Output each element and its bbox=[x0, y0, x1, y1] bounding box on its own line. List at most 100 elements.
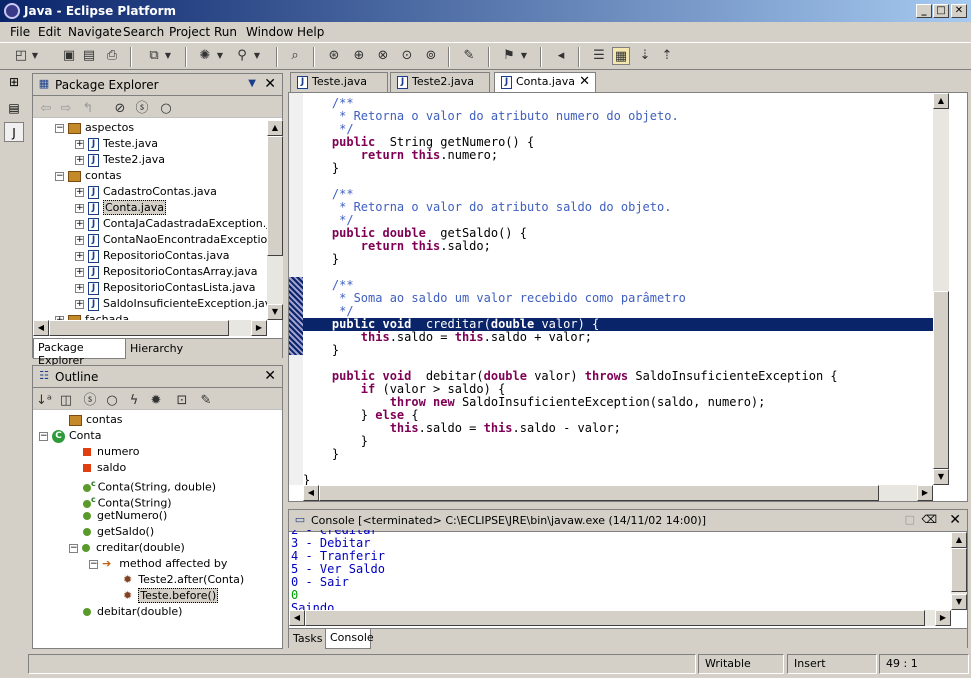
outline-item[interactable]: − C Conta bbox=[39, 428, 101, 444]
new-declare-icon[interactable]: ⊚ bbox=[422, 47, 440, 65]
package-vscroll[interactable]: ▲ ▼ bbox=[267, 120, 283, 320]
tab-hierarchy[interactable]: Hierarchy bbox=[130, 342, 183, 355]
previous-annotation-icon[interactable]: ⇡ bbox=[658, 47, 676, 65]
expand-toggle-icon[interactable]: + bbox=[75, 235, 84, 245]
scroll-right-icon[interactable]: ▶ bbox=[251, 320, 267, 336]
menu-search[interactable]: Search bbox=[123, 25, 164, 39]
build-icon[interactable]: ✎ bbox=[460, 47, 478, 65]
scroll-down-icon[interactable]: ▼ bbox=[951, 594, 967, 610]
tab-teste2-java[interactable]: J Teste2.java bbox=[390, 72, 490, 92]
scroll-down-icon[interactable]: ▼ bbox=[267, 304, 283, 320]
run-icon[interactable]: ⚲ bbox=[233, 47, 251, 65]
hide-static-icon[interactable]: ⓢ bbox=[81, 392, 99, 410]
scroll-up-icon[interactable]: ▲ bbox=[951, 532, 967, 548]
hide-nonpublic-icon[interactable]: ○ bbox=[103, 392, 121, 410]
menu-help[interactable]: Help bbox=[297, 25, 324, 39]
code-line[interactable]: } bbox=[303, 474, 933, 486]
clear-console-icon[interactable]: ⌫ bbox=[921, 513, 937, 526]
tree-item[interactable]: + fachada bbox=[55, 312, 129, 320]
tree-item[interactable]: − contas bbox=[55, 168, 122, 184]
close-icon[interactable]: ✕ bbox=[264, 76, 276, 92]
hide-static-icon[interactable]: ⓢ bbox=[133, 100, 151, 118]
expand-toggle-icon[interactable]: − bbox=[55, 123, 64, 133]
outline-item[interactable]: − ➔ method affected by bbox=[89, 556, 227, 572]
tree-item[interactable]: + J Teste2.java bbox=[75, 152, 165, 168]
code-line[interactable] bbox=[303, 461, 933, 474]
hide-nonpublic-icon[interactable]: ○ bbox=[157, 100, 175, 118]
code-line[interactable]: this.saldo = this.saldo - valor; bbox=[303, 422, 933, 435]
new-introduction-icon[interactable]: ⊙ bbox=[398, 47, 416, 65]
menu-edit[interactable]: Edit bbox=[38, 25, 61, 39]
code-line[interactable]: this.saldo = this.saldo + valor; bbox=[303, 331, 933, 344]
scroll-left-icon[interactable]: ◀ bbox=[289, 610, 305, 626]
tab-package-explorer[interactable]: Package Explorer bbox=[33, 339, 126, 367]
tree-item[interactable]: + J ContaJaCadastradaException.jav bbox=[75, 216, 267, 232]
minimize-button[interactable]: _ bbox=[916, 4, 932, 18]
maximize-button[interactable]: □ bbox=[933, 4, 949, 18]
scroll-thumb[interactable] bbox=[305, 610, 925, 626]
debug-icon[interactable]: ✺ bbox=[196, 47, 214, 65]
scroll-left-icon[interactable]: ◀ bbox=[303, 485, 319, 501]
menu-navigate[interactable]: Navigate bbox=[68, 25, 122, 39]
outline-item[interactable]: c Conta(String) bbox=[69, 492, 172, 510]
editor-vscroll[interactable]: ▲ ▼ bbox=[933, 93, 949, 485]
code-line[interactable] bbox=[303, 175, 933, 188]
terminate-icon[interactable]: □ bbox=[905, 513, 915, 526]
close-icon[interactable]: ✕ bbox=[949, 512, 961, 528]
expand-toggle-icon[interactable]: + bbox=[75, 299, 84, 309]
save-icon[interactable]: ▣ bbox=[60, 47, 78, 65]
outline-item[interactable]: c Conta(String, double) bbox=[69, 476, 216, 494]
tree-item[interactable]: + J Teste.java bbox=[75, 136, 158, 152]
code-text[interactable]: /** * Retorna o valor do atributo numero… bbox=[303, 97, 933, 485]
outline-item[interactable]: ✹ Teste.before() bbox=[109, 588, 219, 604]
outline-item[interactable]: contas bbox=[69, 412, 123, 428]
close-icon[interactable]: ✕ bbox=[579, 73, 590, 91]
expand-toggle-icon[interactable]: + bbox=[75, 251, 84, 261]
outline-item[interactable]: getSaldo() bbox=[69, 524, 154, 540]
scroll-up-icon[interactable]: ▲ bbox=[267, 120, 283, 136]
back-icon[interactable]: ⇦ bbox=[37, 100, 55, 118]
scroll-thumb[interactable] bbox=[933, 291, 949, 469]
hide-fields-icon[interactable]: ◫ bbox=[57, 392, 75, 410]
expand-toggle-icon[interactable]: − bbox=[39, 431, 48, 441]
editor-hscroll[interactable]: ◀ ▶ bbox=[303, 485, 933, 501]
sort-icon[interactable]: ↓ᵃ bbox=[35, 392, 53, 410]
open-type-icon[interactable]: ⧉ bbox=[145, 47, 163, 65]
expand-toggle-icon[interactable]: − bbox=[55, 171, 64, 181]
tree-item[interactable]: + J Conta.java bbox=[75, 200, 166, 216]
outline-item[interactable]: saldo bbox=[69, 460, 126, 476]
menu-run[interactable]: Run bbox=[214, 25, 237, 39]
run-dropdown-icon[interactable]: ▼ bbox=[252, 47, 262, 65]
code-line[interactable] bbox=[303, 266, 933, 279]
scroll-thumb[interactable] bbox=[49, 320, 229, 336]
expand-toggle-icon[interactable]: + bbox=[75, 139, 84, 149]
resource-perspective-icon[interactable]: ▤ bbox=[4, 98, 24, 118]
code-line[interactable]: * Soma ao saldo um valor recebido como p… bbox=[303, 292, 933, 305]
expand-toggle-icon[interactable]: + bbox=[75, 267, 84, 277]
scroll-thumb[interactable] bbox=[951, 548, 967, 592]
tab-console[interactable]: Console bbox=[325, 629, 374, 649]
advice-icon[interactable]: ✹ bbox=[147, 392, 165, 410]
pointcut-icon[interactable]: ϟ bbox=[125, 392, 143, 410]
tab-conta-java[interactable]: J Conta.java ✕ bbox=[494, 72, 596, 92]
filter-icon[interactable]: ⊘ bbox=[111, 100, 129, 118]
console-vscroll[interactable]: ▲ ▼ bbox=[951, 532, 967, 610]
close-icon[interactable]: ✕ bbox=[264, 368, 276, 384]
up-icon[interactable]: ↰ bbox=[79, 100, 97, 118]
new-advice-icon[interactable]: ⊗ bbox=[374, 47, 392, 65]
next-annotation-icon[interactable]: ⇣ bbox=[636, 47, 654, 65]
outline-item[interactable]: ✹ Teste2.after(Conta) bbox=[109, 572, 244, 588]
code-line[interactable]: * Retorna o valor do atributo numero do … bbox=[303, 110, 933, 123]
new-aspect-icon[interactable]: ⊛ bbox=[325, 47, 343, 65]
expand-toggle-icon[interactable]: + bbox=[75, 219, 84, 229]
tab-teste-java[interactable]: J Teste.java bbox=[290, 72, 388, 92]
open-type-dropdown-icon[interactable]: ▼ bbox=[163, 47, 173, 65]
code-line[interactable]: return this.saldo; bbox=[303, 240, 933, 253]
expand-toggle-icon[interactable]: − bbox=[89, 559, 98, 569]
outline-item[interactable]: getNumero() bbox=[69, 508, 167, 524]
new-pointcut-icon[interactable]: ⊕ bbox=[350, 47, 368, 65]
code-line[interactable]: * Retorna o valor do atributo saldo do o… bbox=[303, 201, 933, 214]
tree-item[interactable]: − aspectos bbox=[55, 120, 134, 136]
new-dropdown-icon[interactable]: ▼ bbox=[30, 47, 40, 65]
outline-item[interactable]: − creditar(double) bbox=[69, 540, 185, 556]
